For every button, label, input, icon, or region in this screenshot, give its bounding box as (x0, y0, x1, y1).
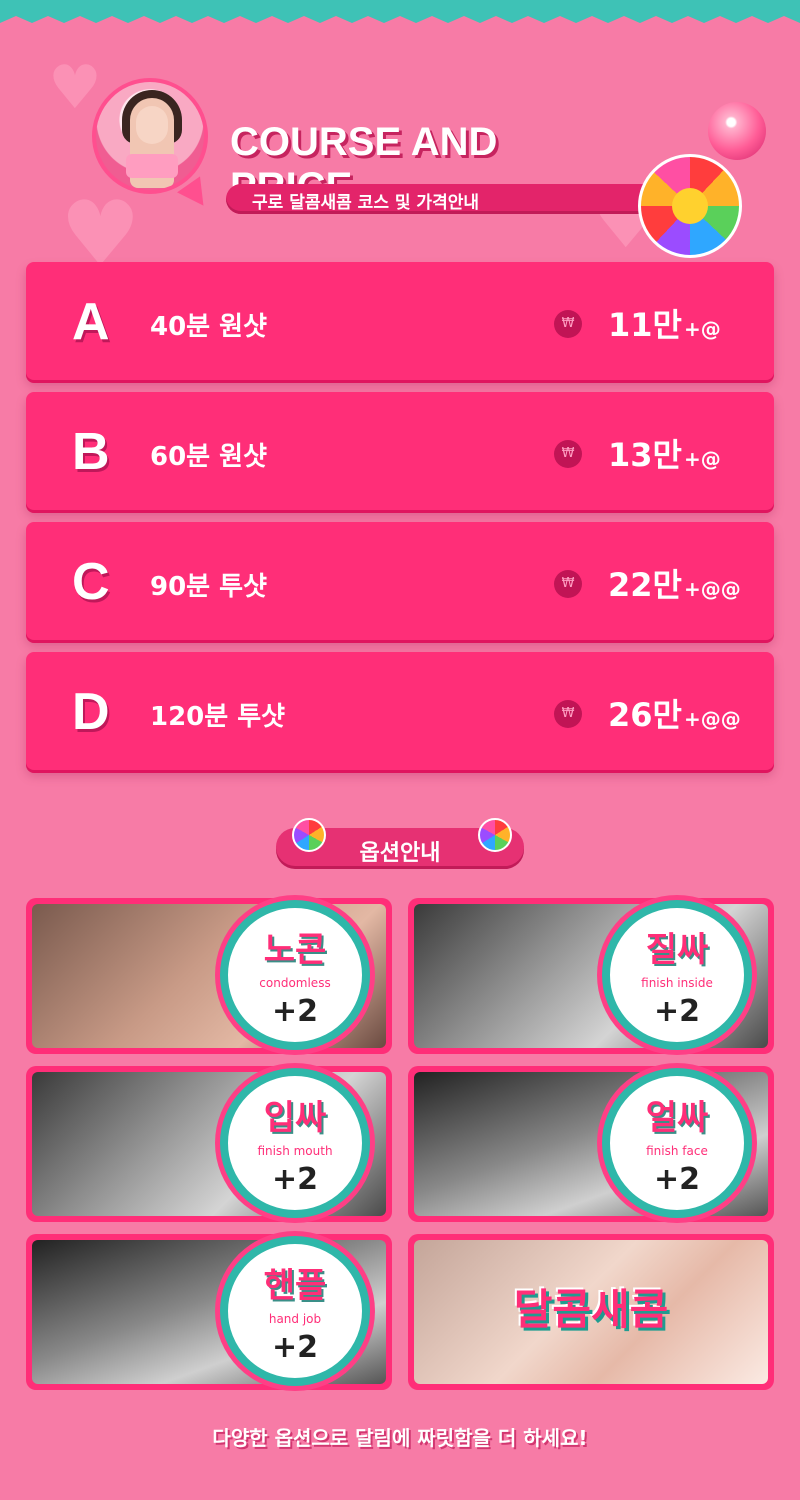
course-row-d[interactable]: D 120분 투샷 ₩ 26만 +@@ (26, 652, 774, 770)
course-letter: A (72, 293, 110, 351)
option-name-en: hand job (268, 1312, 322, 1326)
candy-ball-icon (708, 102, 766, 160)
course-row-c[interactable]: C 90분 투샷 ₩ 22만 +@@ (26, 522, 774, 640)
option-price: +2 (271, 1162, 318, 1197)
footer-text: 다양한 옵션으로 달림에 짜릿함을 더 하세요! (212, 1426, 588, 1450)
course-price-value: 22만 (608, 566, 682, 604)
course-price-extra: +@ (683, 317, 721, 341)
lollipop-center (672, 188, 708, 224)
option-price: +2 (271, 1330, 318, 1365)
course-price-value: 11만 (608, 306, 682, 344)
course-letter: B (72, 423, 110, 481)
lollipop-swirl-icon (478, 818, 512, 852)
course-price-extra: +@@ (683, 577, 741, 601)
course-price-extra: +@@ (683, 707, 741, 731)
promo-card: 달콤새콤 (408, 1234, 774, 1390)
course-price: 26만 +@@ (608, 690, 741, 736)
won-icon: ₩ (554, 700, 582, 728)
course-desc: 60분 원샷 (150, 442, 267, 472)
course-price: 22만 +@@ (608, 560, 741, 606)
option-card-finish-inside[interactable]: 질싸 finish inside +2 (408, 898, 774, 1054)
option-name: 얼싸 (645, 1098, 709, 1138)
course-price-value: 13만 (608, 436, 682, 474)
option-name-en: finish inside (641, 976, 713, 990)
course-letter: C (72, 553, 110, 611)
zigzag-teeth (0, 16, 800, 30)
course-row-b[interactable]: B 60분 원샷 ₩ 13만 +@ (26, 392, 774, 510)
course-price: 11만 +@ (608, 300, 721, 346)
option-name: 입싸 (263, 1098, 327, 1138)
won-icon: ₩ (554, 570, 582, 598)
course-desc: 120분 투샷 (150, 702, 286, 732)
promo-logo-text: 달콤새콤 (513, 1285, 669, 1334)
course-desc: 40분 원샷 (150, 312, 267, 342)
course-letter: D (72, 683, 110, 741)
course-price-extra: +@ (683, 447, 721, 471)
option-badge: 입싸 finish mouth +2 (220, 1068, 370, 1218)
option-card-finish-face[interactable]: 얼싸 finish face +2 (408, 1066, 774, 1222)
option-name-en: finish mouth (257, 1144, 333, 1158)
page-subtitle: 구로 달콤새콤 코스 및 가격안내 (252, 193, 479, 213)
option-card-condomless[interactable]: 노콘 condomless +2 (26, 898, 392, 1054)
option-price: +2 (271, 994, 318, 1029)
avatar (92, 78, 208, 194)
option-name-en: finish face (646, 1144, 708, 1158)
course-price: 13만 +@ (608, 430, 721, 476)
avatar-face (136, 106, 168, 144)
option-price: +2 (653, 994, 700, 1029)
course-price-value: 26만 (608, 696, 682, 734)
option-badge: 핸플 hand job +2 (220, 1236, 370, 1386)
option-badge: 얼싸 finish face +2 (602, 1068, 752, 1218)
won-icon: ₩ (554, 440, 582, 468)
header: COURSE AND PRICE 구로 달콤새콤 코스 및 가격안내 (0, 60, 800, 260)
course-desc: 90분 투샷 (150, 572, 267, 602)
option-badge: 질싸 finish inside +2 (602, 900, 752, 1050)
option-card-hand-job[interactable]: 핸플 hand job +2 (26, 1234, 392, 1390)
option-badge: 노콘 condomless +2 (220, 900, 370, 1050)
option-card-finish-mouth[interactable]: 입싸 finish mouth +2 (26, 1066, 392, 1222)
lollipop-swirl-icon (292, 818, 326, 852)
option-name: 질싸 (645, 930, 709, 970)
option-name-en: condomless (259, 976, 331, 990)
avatar-top (126, 154, 178, 178)
option-price: +2 (653, 1162, 700, 1197)
option-name: 노콘 (263, 930, 327, 970)
course-row-a[interactable]: A 40분 원샷 ₩ 11만 +@ (26, 262, 774, 380)
won-icon: ₩ (554, 310, 582, 338)
option-name: 핸플 (263, 1266, 327, 1306)
